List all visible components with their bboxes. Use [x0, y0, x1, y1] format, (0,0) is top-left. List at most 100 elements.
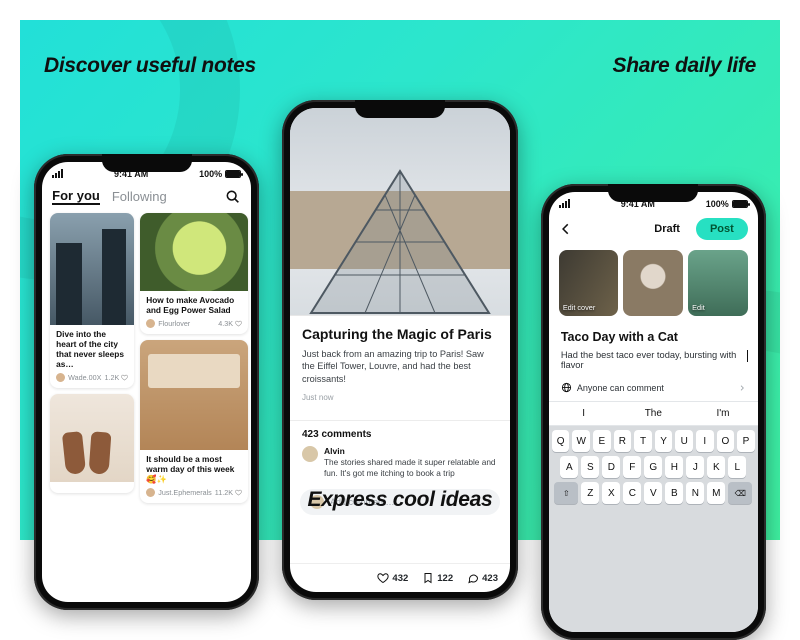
feed-card[interactable]: Dive into the heart of the city that nev… [50, 213, 134, 388]
card-thumbnail [140, 340, 248, 450]
feed-card[interactable]: It should be a most warm day of this wee… [140, 340, 248, 503]
key[interactable]: B [665, 482, 683, 504]
headline-mid: Express cool ideas [308, 488, 493, 512]
key[interactable]: Q [552, 430, 570, 452]
author-avatar [56, 373, 65, 382]
louvre-pyramid-icon [305, 165, 495, 315]
key-row: A S D F G H J K L [552, 456, 755, 478]
key[interactable]: X [602, 482, 620, 504]
heart-icon [121, 374, 128, 381]
save-button[interactable]: 122 [422, 572, 453, 584]
like-button[interactable]: 432 [377, 572, 408, 584]
post-button[interactable]: Post [696, 218, 748, 240]
key[interactable]: M [707, 482, 725, 504]
card-thumbnail [50, 394, 134, 482]
suggestion[interactable]: The [618, 402, 688, 425]
card-author: Just.Ephemerals [158, 488, 212, 497]
key[interactable]: A [560, 456, 578, 478]
key[interactable]: J [686, 456, 704, 478]
key[interactable]: O [717, 430, 735, 452]
card-likes: 11.2K [215, 488, 233, 497]
comment-avatar [302, 446, 318, 462]
card-title: It should be a most warm day of this wee… [146, 455, 242, 485]
tab-for-you[interactable]: For you [52, 188, 100, 205]
card-thumbnail [140, 213, 248, 291]
post-body: Just back from an amazing trip to Paris!… [302, 348, 498, 385]
card-title: How to make Avocado and Egg Power Salad [146, 296, 242, 316]
panel-share: Share daily life 9:41 AM 100% [527, 20, 780, 540]
edit-media-tag[interactable]: Edit [692, 303, 705, 312]
compose-body[interactable]: Had the best taco ever today, bursting w… [561, 350, 746, 370]
heart-icon [235, 320, 242, 327]
card-likes: 1.2K [104, 373, 119, 382]
suggestion[interactable]: I'm [688, 402, 758, 425]
key[interactable]: U [675, 430, 693, 452]
backspace-key[interactable]: ⌫ [728, 482, 752, 504]
card-author: Wade.00X [68, 373, 101, 382]
signal-bars-icon [559, 199, 570, 208]
comment-permission-row[interactable]: Anyone can comment [549, 370, 758, 401]
key[interactable]: P [737, 430, 755, 452]
keyboard-suggestions: I The I'm [549, 401, 758, 426]
notch [102, 154, 192, 172]
battery-icon [732, 200, 748, 208]
feed-card[interactable] [50, 394, 134, 493]
phone-composer: 9:41 AM 100% Draft Post Edit cover [541, 184, 766, 640]
feed-card[interactable]: How to make Avocado and Egg Power Salad … [140, 213, 248, 334]
key[interactable]: H [665, 456, 683, 478]
media-thumb[interactable] [623, 250, 683, 316]
post-title: Capturing the Magic of Paris [302, 326, 498, 342]
notch [608, 184, 698, 202]
media-thumb[interactable]: Edit [688, 250, 748, 316]
compose-title[interactable]: Taco Day with a Cat [561, 330, 746, 344]
key[interactable]: K [707, 456, 725, 478]
chat-bubble-icon [467, 572, 479, 584]
feed-grid[interactable]: Dive into the heart of the city that nev… [42, 209, 251, 602]
key[interactable]: F [623, 456, 641, 478]
tab-following[interactable]: Following [112, 189, 167, 204]
back-icon[interactable] [559, 222, 573, 236]
author-avatar [146, 319, 155, 328]
card-title: Dive into the heart of the city that nev… [56, 330, 128, 370]
headline-right: Share daily life [613, 54, 756, 78]
key[interactable]: R [614, 430, 632, 452]
suggestion[interactable]: I [549, 402, 619, 425]
key-row: Q W E R T Y U I O P [552, 430, 755, 452]
draft-button[interactable]: Draft [646, 220, 688, 238]
panel-discover: Discover useful notes 9:41 AM 100% For y… [20, 20, 273, 540]
key[interactable]: S [581, 456, 599, 478]
card-author: Flourlover [158, 319, 190, 328]
key[interactable]: G [644, 456, 662, 478]
post-timestamp: Just now [302, 393, 498, 402]
edit-cover-tag[interactable]: Edit cover [563, 303, 595, 312]
key[interactable]: T [634, 430, 652, 452]
comment-author: Alvin [324, 446, 498, 457]
key[interactable]: N [686, 482, 704, 504]
panel-express: Capturing the Magic of Paris Just back f… [273, 20, 526, 540]
key[interactable]: Y [655, 430, 673, 452]
save-count: 122 [437, 573, 453, 584]
comment-count: 423 [482, 573, 498, 584]
key[interactable]: C [623, 482, 641, 504]
key[interactable]: W [572, 430, 590, 452]
key[interactable]: Z [581, 482, 599, 504]
ios-keyboard[interactable]: Q W E R T Y U I O P A [549, 426, 758, 632]
key[interactable]: I [696, 430, 714, 452]
search-icon[interactable] [225, 189, 241, 205]
shift-key[interactable]: ⇧ [554, 482, 578, 504]
key[interactable]: E [593, 430, 611, 452]
card-likes: 4.3K [218, 319, 233, 328]
post-hero[interactable] [290, 108, 510, 316]
comments-button[interactable]: 423 [467, 572, 498, 584]
post-toolbar: 432 122 423 [290, 563, 510, 592]
key[interactable]: D [602, 456, 620, 478]
heart-icon [377, 572, 389, 584]
app-store-screenshots: Discover useful notes 9:41 AM 100% For y… [20, 20, 780, 540]
permission-label: Anyone can comment [577, 383, 664, 393]
like-count: 432 [392, 573, 408, 584]
battery-percent: 100% [706, 199, 729, 209]
media-thumb[interactable]: Edit cover [559, 250, 619, 316]
comment-row[interactable]: Alvin The stories shared made it super r… [290, 444, 510, 485]
key[interactable]: V [644, 482, 662, 504]
key[interactable]: L [728, 456, 746, 478]
